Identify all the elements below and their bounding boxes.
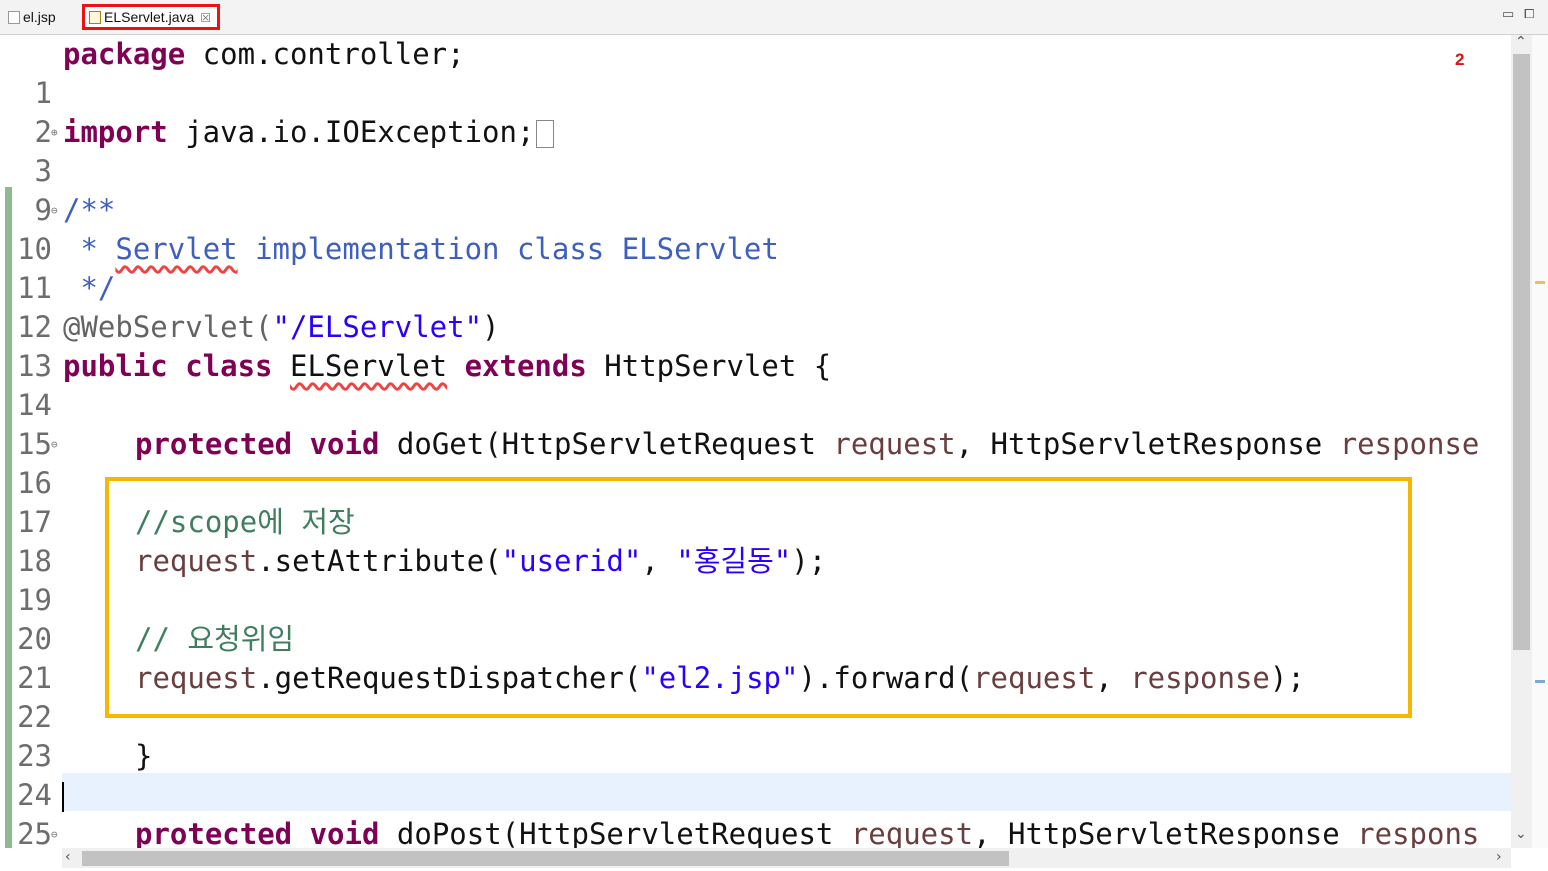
- annotation: @WebServlet(: [63, 310, 273, 344]
- javadoc-comment: */: [63, 271, 116, 305]
- keyword: extends: [464, 349, 587, 383]
- code-line: 13 @WebServlet("/ELServlet"): [0, 308, 1511, 383]
- annotation-badge: 2: [1455, 50, 1465, 69]
- keyword: package: [63, 37, 186, 71]
- code-text: HttpServlet {: [586, 349, 832, 383]
- keyword: import: [63, 115, 168, 149]
- code-text: doGet(HttpServletRequest: [379, 427, 834, 461]
- javadoc-comment: *: [63, 232, 116, 266]
- code-line: 12 */: [0, 269, 1511, 344]
- parameter: response: [1339, 427, 1480, 461]
- tab-elservlet-java[interactable]: ELServlet.java ☒: [82, 4, 221, 30]
- code-text: }: [135, 739, 153, 773]
- jsp-file-icon: [8, 11, 20, 24]
- expand-fold-icon[interactable]: ⊕: [51, 113, 58, 152]
- tab-label: ELServlet.java: [104, 9, 195, 25]
- javadoc-comment: implementation class ELServlet: [237, 232, 779, 266]
- scroll-right-icon[interactable]: ›: [1496, 849, 1502, 865]
- code-line: 26 ⊖ protected void doPost(HttpServletRe…: [0, 815, 1511, 848]
- class-name: ELServlet: [289, 349, 448, 383]
- collapse-fold-icon[interactable]: ⊖: [51, 425, 58, 464]
- code-line: 15: [0, 386, 1511, 461]
- tab-label: el.jsp: [23, 9, 56, 25]
- code-text: ): [482, 310, 500, 344]
- minimize-icon[interactable]: ▭: [1502, 6, 1514, 22]
- parameter: respons: [1357, 817, 1480, 848]
- code-line: 24 }: [0, 737, 1511, 812]
- maximize-icon[interactable]: ⧠: [1524, 6, 1534, 22]
- code-line: 25: [0, 776, 1511, 848]
- parameter: request: [833, 427, 956, 461]
- code-line: 1 package com.controller;: [0, 35, 1511, 110]
- close-tab-icon[interactable]: ☒: [200, 11, 211, 25]
- highlight-box: [105, 477, 1412, 718]
- scroll-down-icon[interactable]: ⌄: [1515, 826, 1527, 842]
- code-text: , HttpServletResponse: [955, 427, 1340, 461]
- code-text: , HttpServletResponse: [973, 817, 1358, 848]
- overview-ruler[interactable]: [1532, 35, 1548, 848]
- code-text: java.io.IOException;: [167, 115, 535, 149]
- horizontal-scroll-thumb[interactable]: [82, 851, 1009, 866]
- keyword: protected void: [135, 817, 380, 848]
- parameter: request: [850, 817, 974, 848]
- vertical-scroll-thumb[interactable]: [1513, 54, 1530, 650]
- tab-el-jsp[interactable]: el.jsp: [8, 5, 56, 29]
- collapse-fold-icon[interactable]: ⊖: [51, 815, 58, 848]
- code-line: 10 ⊖ /**: [0, 191, 1511, 266]
- scroll-left-icon[interactable]: ‹: [65, 849, 71, 865]
- keyword: protected void: [135, 427, 380, 461]
- code-line: 16 ⊖ protected void doGet(HttpServletReq…: [0, 425, 1511, 500]
- code-line: 11 * Servlet implementation class ELServ…: [0, 230, 1511, 305]
- code-line: 3 ⊕ import java.io.IOException;: [0, 113, 1511, 188]
- occurrence-marker[interactable]: [1535, 680, 1545, 683]
- code-line: 9: [0, 152, 1511, 227]
- scroll-up-icon[interactable]: ⌃: [1515, 34, 1527, 50]
- text-caret: [62, 782, 64, 812]
- collapse-fold-icon[interactable]: ⊖: [51, 191, 58, 230]
- code-line: 2: [0, 74, 1511, 149]
- code-text: com.controller;: [185, 37, 465, 71]
- string-literal: "/ELServlet": [272, 310, 483, 344]
- javadoc-comment: /**: [63, 193, 116, 227]
- code-line: 14 public class ELServlet extends HttpSe…: [0, 347, 1511, 422]
- code-text: doPost(HttpServletRequest: [379, 817, 851, 848]
- editor-tab-bar: el.jsp ELServlet.java ☒ ▭ ⧠: [0, 0, 1548, 35]
- java-file-icon: [89, 11, 101, 24]
- code-editor[interactable]: 1 package com.controller; 2 3 ⊕ import j…: [0, 35, 1511, 848]
- keyword: public class: [63, 349, 273, 383]
- warning-marker[interactable]: [1535, 281, 1545, 284]
- spelling-warning: Servlet: [115, 232, 238, 266]
- collapsed-imports-box[interactable]: [536, 120, 555, 148]
